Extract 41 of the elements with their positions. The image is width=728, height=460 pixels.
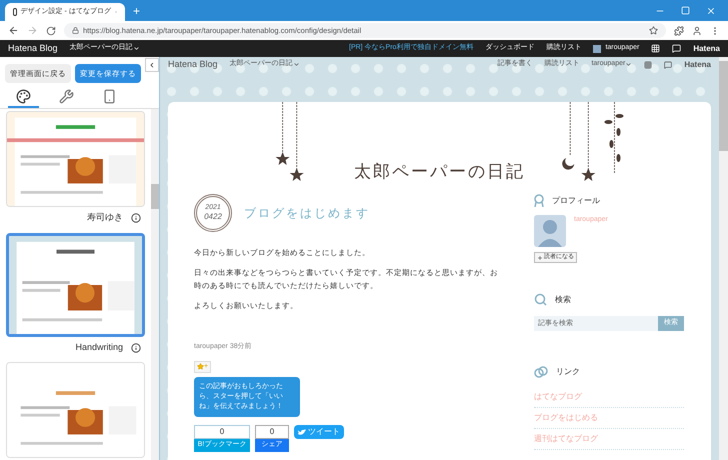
panel-tab[interactable] <box>8 87 39 108</box>
sidebar-heading: リンク <box>556 366 580 378</box>
maximize-icon[interactable] <box>681 6 690 15</box>
smartphone-icon <box>102 89 117 104</box>
palette-icon <box>16 89 31 104</box>
sidebar-heading: プロフィール <box>552 194 600 206</box>
share-count: 0 <box>255 425 289 439</box>
sidebar-heading: 検索 <box>555 294 571 306</box>
new-tab-button[interactable]: + <box>125 2 148 20</box>
share-count: 0 <box>194 425 250 439</box>
rings-icon <box>534 365 548 379</box>
hatena-blog-logo[interactable]: Hatena Blog <box>168 58 218 72</box>
lock-icon <box>72 27 79 34</box>
caret-icon <box>625 61 632 68</box>
reload-icon[interactable] <box>46 26 56 36</box>
bird-icon <box>298 428 306 436</box>
caret-icon <box>292 61 300 68</box>
hatena-brand[interactable]: Hatena <box>684 58 711 70</box>
avatar-icon <box>593 44 602 52</box>
info-icon[interactable] <box>131 342 141 352</box>
collapse-button[interactable]: ‹ <box>145 58 159 72</box>
profile-icon[interactable] <box>692 26 702 36</box>
blog-title[interactable]: 太郎ペーパーの日記 <box>354 158 525 184</box>
star-icon <box>197 363 204 370</box>
bookmark-star-icon[interactable] <box>649 26 658 35</box>
hatena-brand[interactable]: Hatena <box>693 42 720 54</box>
wrench-icon <box>59 89 74 104</box>
extensions-icon[interactable] <box>674 26 684 36</box>
search-icon <box>534 293 547 306</box>
ribbon-icon <box>534 194 544 207</box>
theme-name: Handwriting <box>75 340 123 354</box>
theme-name: 寿司ゆき <box>87 211 123 224</box>
back-icon[interactable] <box>8 25 19 36</box>
scrollbar[interactable] <box>151 109 159 460</box>
hatena-blog-logo[interactable]: Hatena Blog <box>8 42 58 56</box>
plus-icon <box>537 254 543 260</box>
caret-icon <box>132 45 140 52</box>
close-icon[interactable] <box>706 6 716 16</box>
site-icon <box>13 8 17 16</box>
info-icon[interactable] <box>131 213 141 223</box>
scrollbar[interactable] <box>719 57 728 460</box>
